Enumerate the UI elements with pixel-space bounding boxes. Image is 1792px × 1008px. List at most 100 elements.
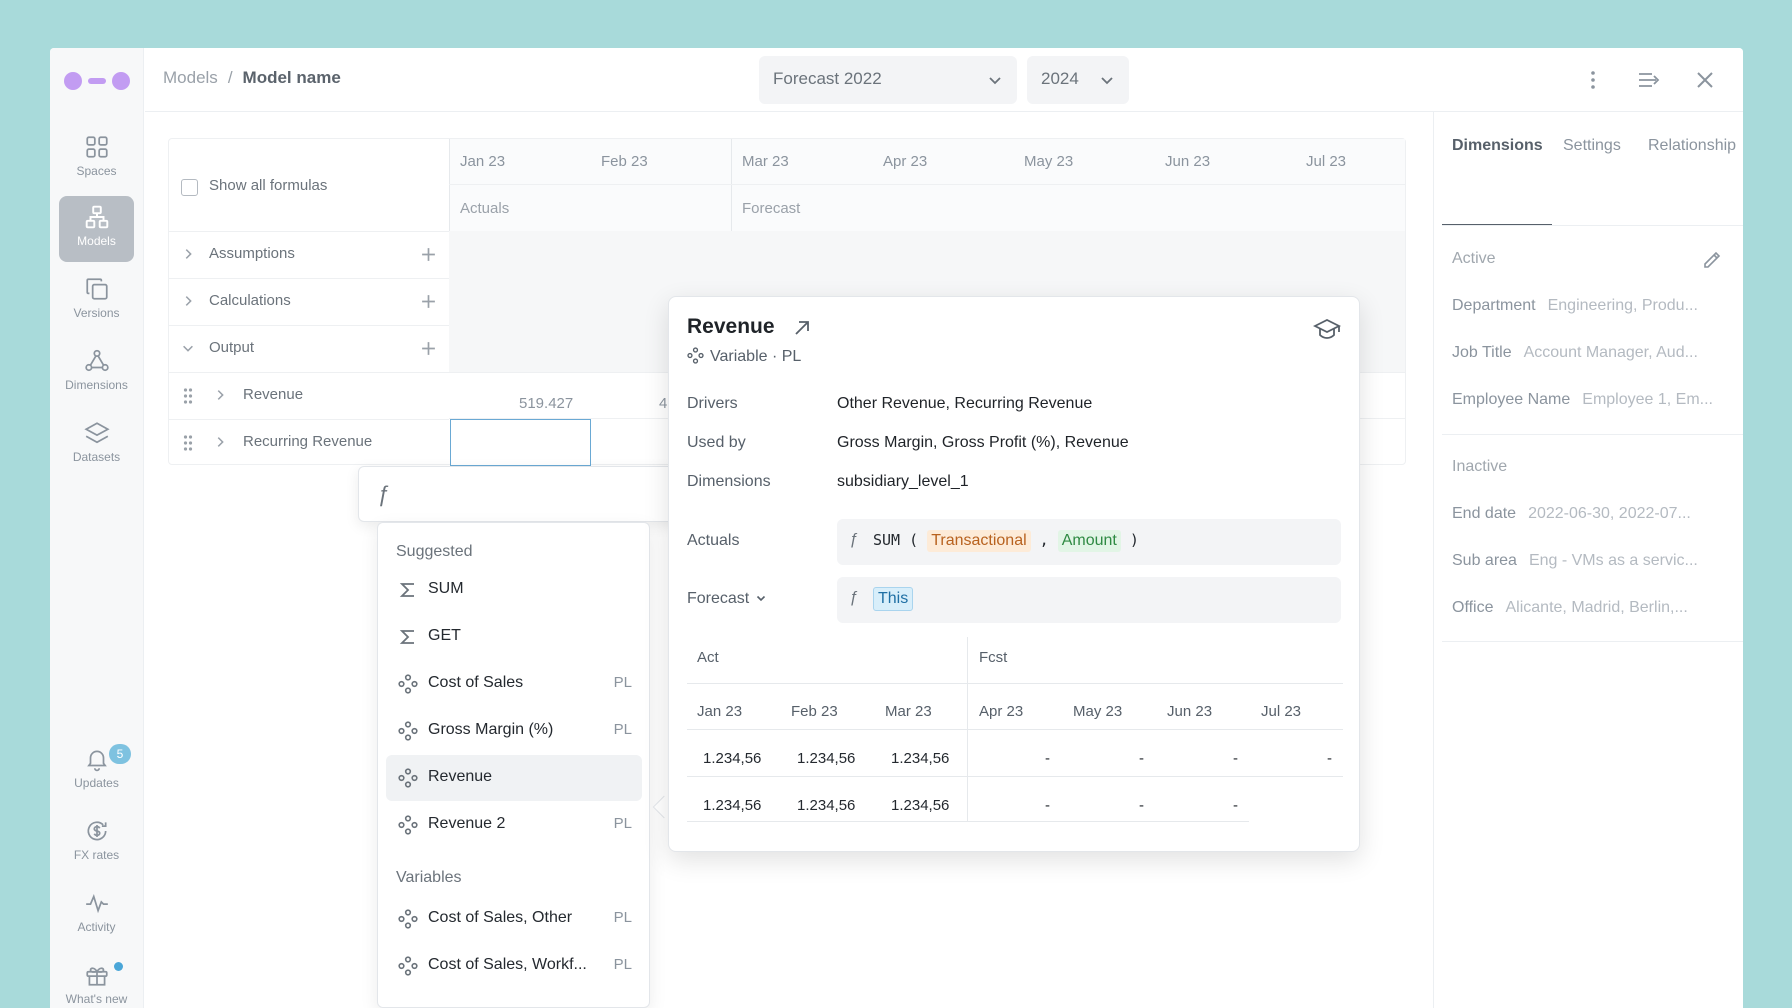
breadcrumb: Models / Model name <box>163 68 341 88</box>
formula-fn: SUM ( <box>873 531 919 549</box>
activity-icon <box>85 893 108 914</box>
formula-arg-transactional[interactable]: Transactional <box>927 530 1031 552</box>
suggestion-label: Cost of Sales <box>428 674 524 691</box>
chevron-right-icon[interactable] <box>213 435 227 449</box>
dimension-row[interactable]: Job Title Account Manager, Aud... <box>1452 344 1698 362</box>
table-cell: - <box>1045 750 1050 767</box>
dimension-row[interactable]: Department Engineering, Produ... <box>1452 297 1698 315</box>
tab-dimensions[interactable]: Dimensions <box>1452 137 1543 155</box>
tab-settings[interactable]: Settings <box>1563 137 1621 155</box>
suggestion-item[interactable]: GET <box>386 614 642 660</box>
rail-item-updates[interactable]: 5 Updates <box>59 738 134 804</box>
month-header: May 23 <box>1073 703 1123 720</box>
actuals-formula[interactable]: ƒ SUM ( Transactional , Amount ) <box>837 519 1341 565</box>
rail-item-versions[interactable]: Versions <box>59 268 134 334</box>
row-label: Revenue <box>243 386 304 403</box>
sigma-icon <box>399 583 414 597</box>
scenario-select[interactable]: Forecast 2022 <box>759 56 1017 104</box>
plus-icon[interactable] <box>420 293 437 310</box>
variable-row-recurring-revenue[interactable]: Recurring Revenue <box>169 419 449 465</box>
plus-icon[interactable] <box>420 340 437 357</box>
suggestion-tag: PL <box>613 956 632 973</box>
month-header: Jan 23 <box>460 153 506 170</box>
dimension-row[interactable]: End date 2022-06-30, 2022-07... <box>1452 505 1691 523</box>
year-select[interactable]: 2024 <box>1027 56 1129 104</box>
rail-item-datasets[interactable]: Datasets <box>59 412 134 478</box>
group-row-assumptions[interactable]: Assumptions <box>169 231 449 277</box>
formula-input[interactable]: ƒ <box>358 466 678 522</box>
show-formulas-checkbox[interactable] <box>181 179 198 196</box>
dimension-row[interactable]: Office Alicante, Madrid, Berlin,... <box>1452 599 1688 617</box>
new-indicator <box>114 962 123 971</box>
layers-icon <box>83 422 110 444</box>
forecast-formula[interactable]: ƒ This <box>837 577 1341 623</box>
dimension-row[interactable]: Sub area Eng - VMs as a servic... <box>1452 552 1698 570</box>
collapse-panel-icon[interactable] <box>1637 68 1661 92</box>
show-formulas-label[interactable]: Show all formulas <box>209 177 327 194</box>
suggestion-item-highlighted[interactable]: Revenue <box>386 755 642 801</box>
logo[interactable] <box>64 72 130 90</box>
suggestion-item[interactable]: Gross Margin (%) PL <box>386 708 642 754</box>
external-link-icon[interactable] <box>791 317 813 339</box>
group-row-calculations[interactable]: Calculations <box>169 278 449 324</box>
variables-heading: Variables <box>396 869 462 886</box>
suggestion-item[interactable]: SUM <box>386 567 642 613</box>
inactive-heading: Inactive <box>1452 458 1508 475</box>
dimension-row[interactable]: Employee Name Employee 1, Em... <box>1452 391 1713 409</box>
dimension-key: Office <box>1452 599 1494 616</box>
drivers-label: Drivers <box>687 395 738 412</box>
rail-item-dimensions[interactable]: Dimensions <box>59 340 134 406</box>
suggestion-label: Cost of Sales, Other <box>428 909 573 926</box>
formula-arg-this[interactable]: This <box>873 587 914 611</box>
group-header-act: Act <box>697 649 719 666</box>
app-window: Spaces Models Versions Dimensions Datase… <box>50 48 1743 1008</box>
rail-item-whats-new[interactable]: What's new <box>59 954 134 1008</box>
chevron-right-icon[interactable] <box>213 388 227 402</box>
used-by-label: Used by <box>687 434 746 451</box>
rail-label: Datasets <box>72 450 121 464</box>
suggestion-item[interactable]: Cost of Sales PL <box>386 661 642 707</box>
more-vertical-icon[interactable] <box>1581 68 1605 92</box>
close-icon[interactable] <box>1693 68 1717 92</box>
copy-icon <box>85 278 108 300</box>
rail-item-fx-rates[interactable]: FX rates <box>59 810 134 876</box>
actuals-label: Actuals <box>687 532 740 549</box>
variable-icon <box>398 674 418 694</box>
suggestion-tag: PL <box>613 674 632 691</box>
selected-cell[interactable] <box>450 419 591 466</box>
function-icon: ƒ <box>849 589 858 606</box>
month-header: Mar 23 <box>742 153 789 170</box>
variable-icon <box>398 721 418 741</box>
left-rail: Spaces Models Versions Dimensions Datase… <box>50 48 144 1008</box>
dimension-key: End date <box>1452 505 1517 522</box>
drag-handle-icon[interactable] <box>183 434 193 452</box>
suggestion-item[interactable]: Cost of Sales, Workf... PL <box>386 943 642 989</box>
month-header: Apr 23 <box>883 153 928 170</box>
graduation-cap-icon[interactable] <box>1313 315 1341 343</box>
table-cell: 1.234,56 <box>891 797 950 814</box>
forecast-label[interactable]: Forecast <box>687 590 767 608</box>
table-cell: 1.234,56 <box>703 750 762 767</box>
breadcrumb-parent[interactable]: Models <box>163 68 218 87</box>
plus-icon[interactable] <box>420 246 437 263</box>
rail-item-activity[interactable]: Activity <box>59 882 134 948</box>
drivers-value[interactable]: Other Revenue, Recurring Revenue <box>837 395 1092 413</box>
tab-relationship[interactable]: Relationship <box>1648 137 1736 155</box>
suggestion-item[interactable]: Revenue 2 PL <box>386 802 642 848</box>
pencil-icon[interactable] <box>1701 249 1723 271</box>
rail-label: FX rates <box>73 848 120 862</box>
suggestion-item[interactable]: Cost of Sales, Other PL <box>386 896 642 942</box>
phase-actuals: Actuals <box>460 200 510 217</box>
group-row-output[interactable]: Output <box>169 325 449 371</box>
month-header: Jan 23 <box>697 703 743 720</box>
grid-cell-value[interactable]: 4 <box>659 395 667 412</box>
currency-icon <box>87 821 107 841</box>
formula-arg-amount[interactable]: Amount <box>1057 530 1121 552</box>
variable-row-revenue[interactable]: Revenue <box>169 372 449 418</box>
rail-item-spaces[interactable]: Spaces <box>59 126 134 192</box>
drag-handle-icon[interactable] <box>183 387 193 405</box>
variable-icon <box>398 815 418 835</box>
rail-item-models[interactable]: Models <box>59 196 134 262</box>
grid-cell-value[interactable]: 519.427 <box>519 395 573 412</box>
used-by-value[interactable]: Gross Margin, Gross Profit (%), Revenue <box>837 434 1129 452</box>
